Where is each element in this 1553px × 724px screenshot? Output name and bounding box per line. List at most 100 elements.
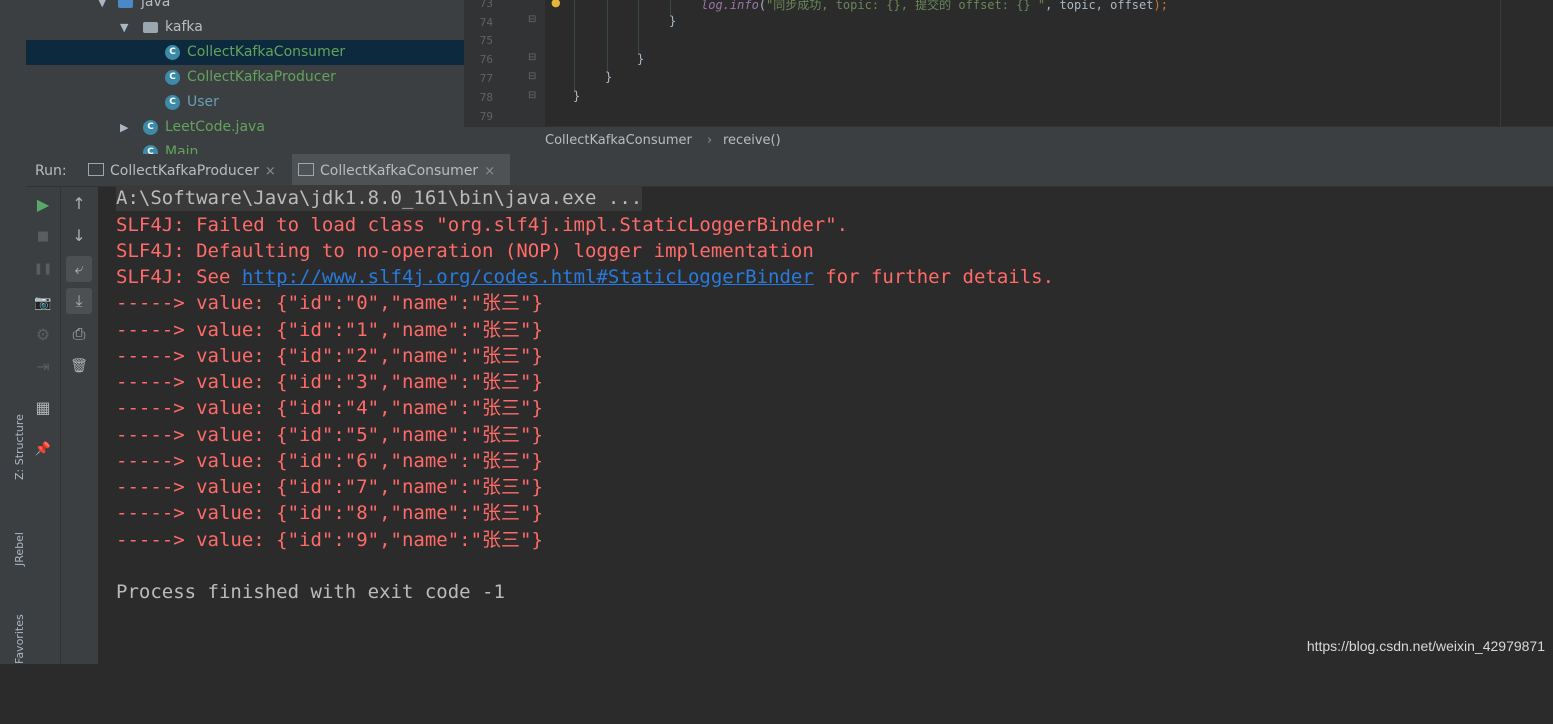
console-line: -----> value: {"id":"9","name":"张三"} — [116, 529, 543, 551]
run-toolbar-primary: ▶ ■ ❚❚ 📷 ⚙ ⇥ ▦ 📌 — [26, 187, 61, 664]
tree-item-collect-kafka-producer[interactable]: C CollectKafkaProducer — [26, 65, 464, 90]
soft-wrap-icon[interactable]: ⤶ — [66, 256, 92, 282]
console-icon — [298, 163, 314, 176]
code-brace: } — [669, 14, 677, 28]
settings-icon[interactable]: ⚙ — [30, 322, 56, 348]
tree-item-label: LeetCode.java — [165, 119, 265, 135]
console-text: for further details. — [813, 266, 1055, 288]
favorites-tab-label: Favorites — [13, 614, 26, 664]
lightbulb-icon[interactable]: ● — [551, 0, 561, 9]
slf4j-link[interactable]: http://www.slf4j.org/codes.html#StaticLo… — [242, 266, 814, 288]
expand-arrow-icon[interactable]: ▼ — [98, 0, 106, 15]
tab-label: CollectKafkaProducer — [110, 163, 259, 179]
print-icon[interactable]: ⎙ — [66, 321, 92, 347]
tree-item-label: CollectKafkaProducer — [187, 69, 336, 85]
line-number: 77 — [479, 72, 493, 85]
run-tab-bar: Run: CollectKafkaProducer × CollectKafkaC… — [26, 154, 1553, 187]
tab-label: CollectKafkaConsumer — [320, 163, 479, 179]
line-number: 74 — [479, 16, 493, 29]
tree-item-label: User — [187, 94, 219, 110]
console-command-line: A:\Software\Java\jdk1.8.0_161\bin\java.e… — [116, 185, 643, 211]
code-end: ); — [1153, 0, 1168, 12]
indent-guide — [607, 0, 608, 74]
class-icon: C — [143, 120, 158, 135]
dump-threads-icon[interactable]: 📷 — [30, 290, 56, 316]
right-margin-line — [1500, 0, 1501, 126]
console-output[interactable]: A:\Software\Java\jdk1.8.0_161\bin\java.e… — [99, 185, 1553, 664]
indent-guide — [574, 0, 575, 93]
fold-icon[interactable]: ⊟ — [528, 90, 536, 101]
structure-tab-label: Z: Structure — [13, 414, 26, 480]
folder-icon — [118, 0, 133, 8]
exit-icon[interactable]: ⇥ — [30, 354, 56, 380]
breadcrumb-separator: › — [707, 133, 713, 148]
console-line: -----> value: {"id":"4","name":"张三"} — [116, 397, 543, 419]
tree-item-label: Main — [165, 144, 199, 154]
jrebel-tab-label: JRebel — [13, 532, 26, 566]
code-paren: ( — [758, 0, 767, 12]
breadcrumb-class[interactable]: CollectKafkaConsumer — [545, 127, 692, 155]
breadcrumb: CollectKafkaConsumer › receive() — [464, 126, 1553, 155]
tree-item-label: java — [141, 0, 171, 10]
fold-icon[interactable]: ⊟ — [528, 52, 536, 63]
trash-icon[interactable]: 🗑 — [66, 353, 92, 379]
line-number: 76 — [479, 53, 493, 66]
tab-collect-kafka-consumer[interactable]: CollectKafkaConsumer × — [292, 154, 510, 186]
tree-item-user[interactable]: C User — [26, 90, 464, 115]
console-line: -----> value: {"id":"2","name":"张三"} — [116, 345, 543, 367]
code-brace: } — [605, 70, 613, 84]
watermark: https://blog.csdn.net/weixin_42979871 — [1306, 638, 1545, 654]
console-text: SLF4J: See — [116, 266, 242, 288]
line-number: 79 — [479, 110, 493, 123]
console-icon — [88, 163, 104, 176]
code-brace: } — [573, 89, 581, 103]
expand-arrow-icon[interactable]: ▼ — [120, 15, 128, 40]
class-icon: C — [165, 45, 180, 60]
expand-arrow-icon[interactable]: ▶ — [120, 115, 128, 140]
code-args: , topic, offset — [1045, 0, 1154, 12]
console-exit-line: Process finished with exit code -1 — [116, 581, 505, 603]
tree-item-main[interactable]: C Main — [26, 140, 464, 154]
class-icon: C — [165, 95, 180, 110]
down-arrow-icon[interactable]: ↓ — [66, 223, 92, 249]
code-editor[interactable]: 73 74 75 76 77 78 79 ● ⊟ ⊟ ⊟ ⊟ log.info(… — [464, 0, 1553, 126]
tree-item-leetcode[interactable]: ▶ C LeetCode.java — [26, 115, 464, 140]
code-line-73: log.info("同步成功, topic: {}, 提交的 offset: {… — [701, 0, 1168, 13]
fold-icon[interactable]: ⊟ — [528, 71, 536, 82]
tree-item-collect-kafka-consumer[interactable]: C CollectKafkaConsumer — [26, 40, 464, 65]
line-number: 75 — [479, 34, 493, 47]
close-icon[interactable]: × — [265, 164, 276, 179]
console-line: -----> value: {"id":"5","name":"张三"} — [116, 424, 543, 446]
code-string: "同步成功, topic: {}, 提交的 offset: {} " — [766, 0, 1046, 12]
left-tool-strip: Z: Structure JRebel Favorites — [0, 0, 27, 664]
scroll-to-end-icon[interactable]: ⤓ — [66, 288, 92, 314]
tab-collect-kafka-producer[interactable]: CollectKafkaProducer × — [82, 154, 286, 186]
run-label: Run: — [35, 163, 67, 179]
tree-item-java[interactable]: ▼ java — [26, 0, 464, 15]
code-method: log.info — [701, 0, 759, 12]
pin-icon[interactable]: 📌 — [30, 437, 56, 463]
fold-icon[interactable]: ⊟ — [528, 14, 536, 25]
console-line: SLF4J: Defaulting to no-operation (NOP) … — [116, 240, 814, 262]
tree-item-kafka[interactable]: ▼ kafka — [26, 15, 464, 40]
breadcrumb-method[interactable]: receive() — [723, 127, 781, 155]
package-icon — [143, 22, 158, 33]
console-line: -----> value: {"id":"7","name":"张三"} — [116, 476, 543, 498]
stop-icon[interactable]: ■ — [30, 224, 56, 250]
up-arrow-icon[interactable]: ↑ — [66, 191, 92, 217]
console-line: -----> value: {"id":"0","name":"张三"} — [116, 292, 543, 314]
code-brace: } — [637, 52, 645, 66]
editor-gutter: 73 74 75 76 77 78 79 ● ⊟ ⊟ ⊟ ⊟ — [465, 0, 561, 126]
class-icon: C — [143, 145, 158, 154]
run-toolbar-secondary: ↑ ↓ ⤶ ⤓ ⎙ 🗑 — [61, 187, 99, 664]
favorites-tab[interactable]: Favorites — [0, 614, 26, 724]
rerun-icon[interactable]: ▶ — [30, 192, 56, 218]
project-tree: ▼ java ▼ kafka C CollectKafkaConsumer C … — [26, 0, 464, 154]
console-line: SLF4J: Failed to load class "org.slf4j.i… — [116, 214, 849, 236]
tree-item-label: kafka — [165, 19, 203, 35]
tree-item-label: CollectKafkaConsumer — [187, 44, 346, 60]
console-line: -----> value: {"id":"1","name":"张三"} — [116, 319, 543, 341]
close-icon[interactable]: × — [484, 164, 495, 179]
pause-icon[interactable]: ❚❚ — [30, 256, 56, 282]
layout-icon[interactable]: ▦ — [30, 395, 56, 421]
